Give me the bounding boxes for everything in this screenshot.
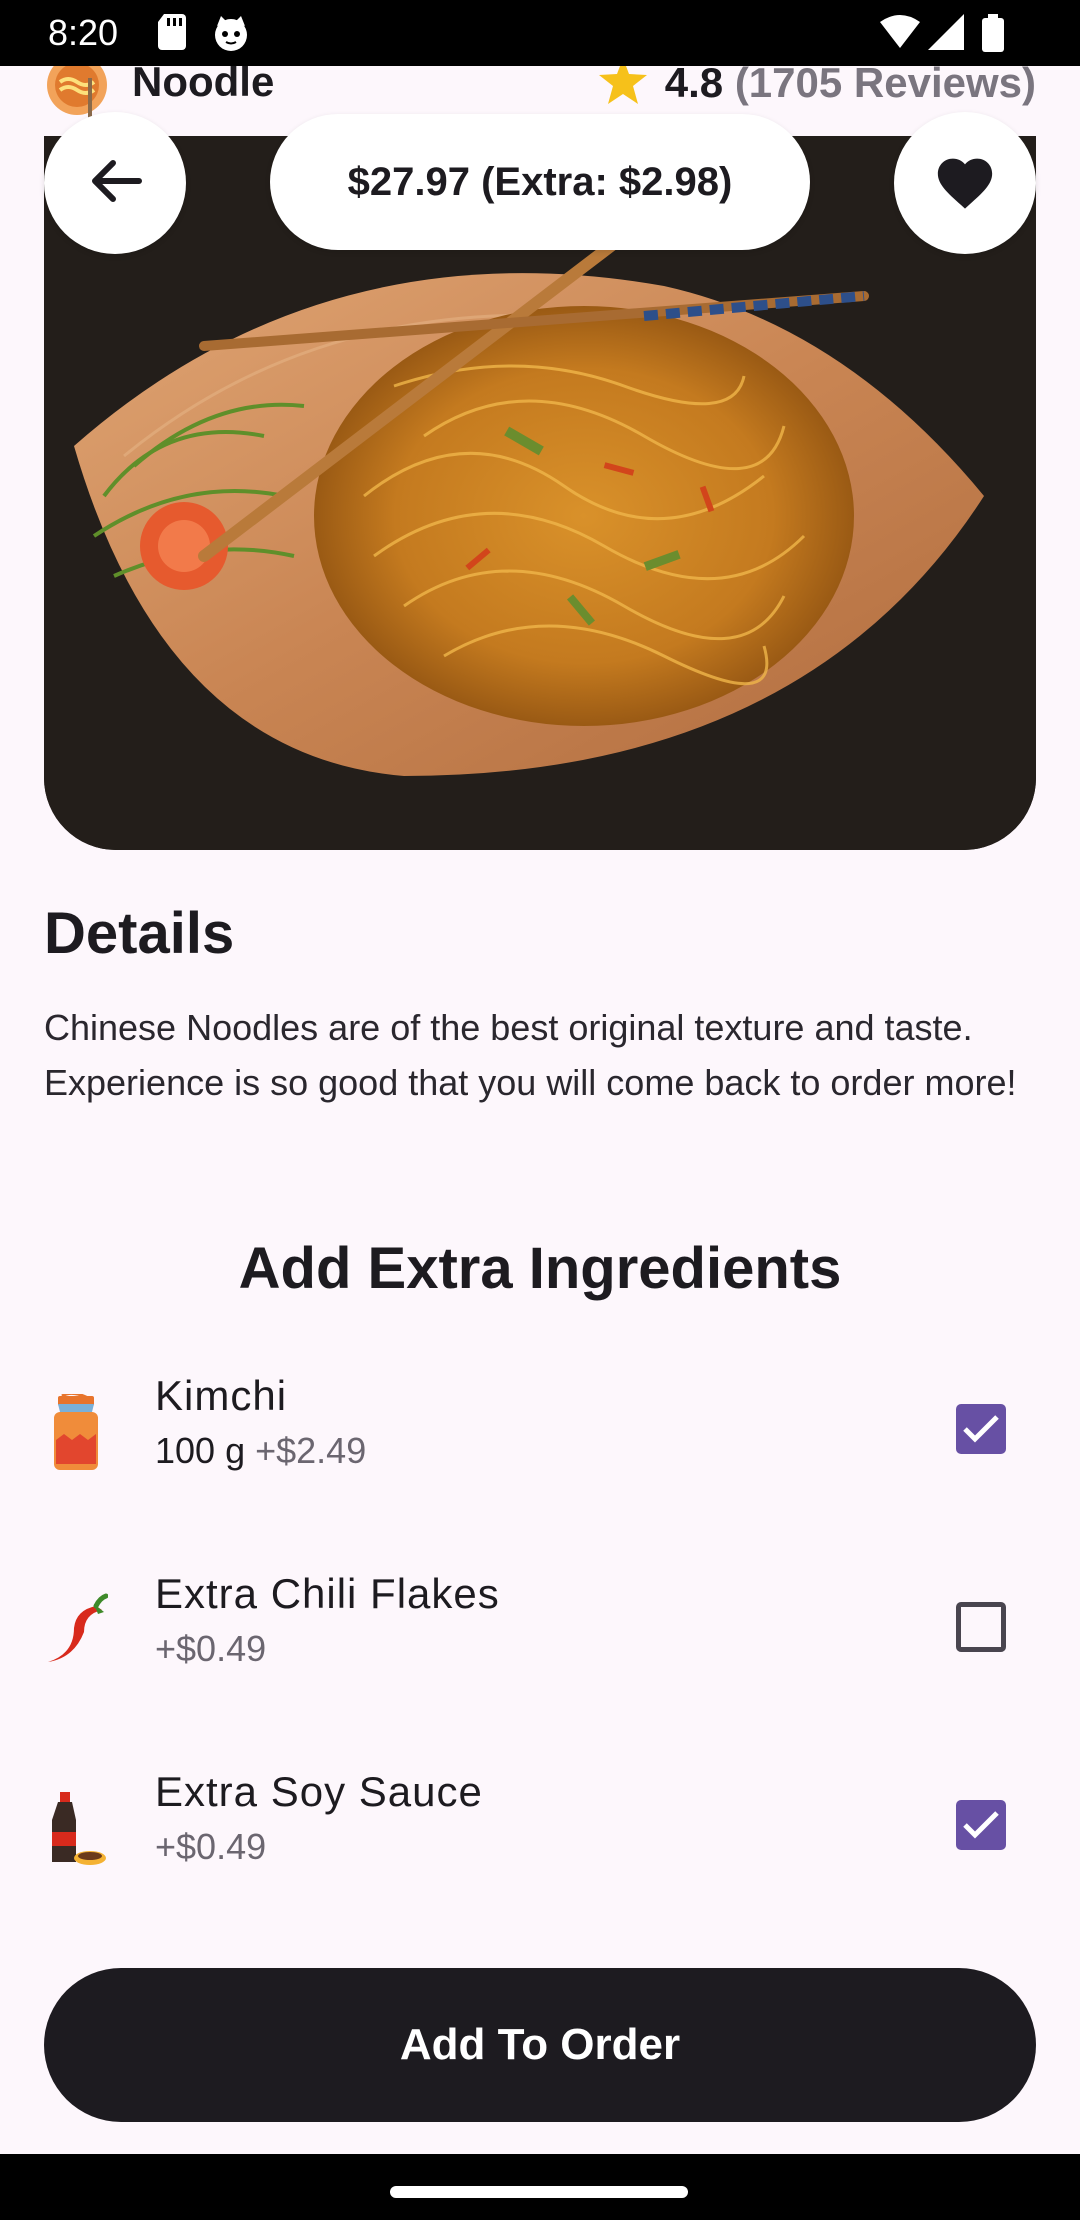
heart-icon (933, 152, 997, 215)
add-to-order-button[interactable]: Add To Order (44, 1968, 1036, 2122)
sd-card-icon (158, 14, 188, 55)
home-handle[interactable] (390, 2186, 688, 2198)
details-description: Chinese Noodles are of the best original… (44, 1007, 1017, 1103)
rating-value: 4.8 (664, 59, 724, 107)
ingredient-price: +$0.49 (155, 1628, 267, 1669)
price-pill: $27.97 (Extra: $2.98) (270, 114, 810, 250)
ingredient-details: 100 g +$2.49 (155, 1430, 366, 1472)
details-title: Details (44, 901, 235, 966)
ingredient-price: +$0.49 (155, 1826, 267, 1867)
kimchi-jar-icon (44, 1391, 108, 1474)
food-detail-screen: 8:20 Noodle 4.8 (1705 Reviews) $27.97 (E… (0, 0, 1080, 2220)
rating: 4.8 (1705 Reviews) (598, 58, 1036, 114)
ingredient-name: Kimchi (155, 1372, 288, 1419)
ingredient-details: +$0.49 (155, 1826, 266, 1868)
navigation-bar (0, 2154, 1080, 2220)
soy-sauce-icon (44, 1790, 108, 1870)
ingredient-item-chili-flakes[interactable]: Extra Chili Flakes +$0.49 (0, 1568, 1080, 1708)
review-count: (1705 Reviews) (734, 59, 1036, 107)
cat-icon (212, 14, 250, 57)
chili-pepper-icon (44, 1592, 109, 1672)
ingredient-item-kimchi[interactable]: Kimchi 100 g +$2.49 (0, 1370, 1080, 1510)
status-time: 8:20 (48, 12, 119, 53)
check-icon (963, 1415, 999, 1443)
signal-icon (928, 14, 964, 55)
status-bar: 8:20 (0, 0, 1080, 66)
back-button[interactable] (44, 112, 186, 254)
ingredient-checkbox-kimchi[interactable] (956, 1404, 1006, 1454)
ingredient-details: +$0.49 (155, 1628, 266, 1670)
extras-title: Add Extra Ingredients (238, 1236, 842, 1301)
battery-icon (982, 14, 1004, 57)
ingredient-checkbox-soy-sauce[interactable] (956, 1800, 1006, 1850)
favorite-button[interactable] (894, 112, 1036, 254)
arrow-left-icon (87, 157, 143, 210)
check-icon (963, 1811, 999, 1839)
ingredient-checkbox-chili-flakes[interactable] (956, 1602, 1006, 1652)
ingredient-item-soy-sauce[interactable]: Extra Soy Sauce +$0.49 (0, 1766, 1080, 1906)
star-icon (598, 58, 647, 114)
ingredient-price: +$2.49 (255, 1430, 367, 1471)
ingredient-name: Extra Chili Flakes (155, 1570, 500, 1617)
ingredient-quantity: 100 g (155, 1430, 246, 1471)
wifi-icon (880, 14, 920, 55)
ingredient-name: Extra Soy Sauce (155, 1768, 483, 1815)
